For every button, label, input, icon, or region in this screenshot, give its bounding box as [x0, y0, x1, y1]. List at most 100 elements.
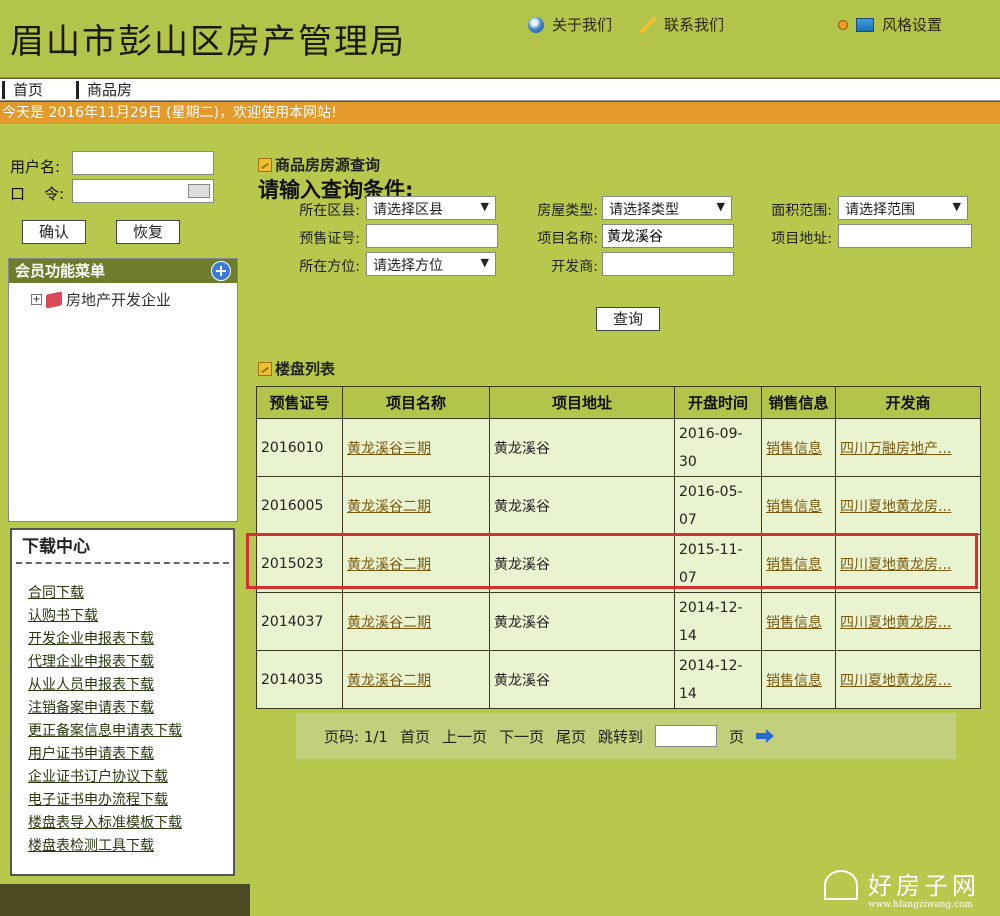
- nav-item-commercial-housing[interactable]: 商品房: [76, 81, 132, 99]
- developer-cell: 四川万融房地产...: [835, 418, 981, 477]
- project-addr-input[interactable]: [838, 224, 972, 248]
- download-link-cert-agreement[interactable]: 企业证书订户协议下载: [28, 766, 182, 789]
- member-menu-header: 会员功能菜单 +: [9, 259, 237, 283]
- cert-cell: 2016010: [256, 418, 343, 477]
- watermark-url: www.hfangziwang.com: [868, 900, 974, 910]
- header: 眉山市彭山区房产管理局 关于我们 联系我们 风格设置: [0, 0, 1000, 78]
- sale-info-link[interactable]: 销售信息: [766, 615, 822, 631]
- chevron-down-icon: ▼: [480, 256, 489, 269]
- table-row: 2014037 黄龙溪谷二期 黄龙溪谷 2014-12- 14 销售信息 四川夏地…: [256, 592, 981, 651]
- project-addr-label: 项目地址:: [771, 231, 832, 247]
- project-name-link[interactable]: 黄龙溪谷二期: [347, 499, 431, 515]
- district-label: 所在区县:: [299, 203, 360, 219]
- table-row: 2015023 黄龙溪谷二期 黄龙溪谷 2015-11- 07 销售信息 四川夏地…: [256, 534, 981, 593]
- house-type-label: 房屋类型:: [537, 203, 598, 219]
- developer-input[interactable]: [602, 252, 734, 276]
- sale-info-cell: 销售信息: [761, 592, 836, 651]
- jump-to-label: 跳转到: [598, 727, 644, 746]
- query-section-title: 商品房房源查询: [258, 154, 380, 175]
- tree-expand-icon[interactable]: +: [31, 294, 42, 305]
- sale-info-link[interactable]: 销售信息: [766, 557, 822, 573]
- watermark: 好房子网 www.hfangziwang.com: [824, 866, 996, 912]
- reset-button[interactable]: 恢复: [116, 220, 180, 244]
- developer-link[interactable]: 四川夏地黄龙房...: [840, 615, 951, 631]
- query-button[interactable]: 查询: [596, 307, 660, 331]
- presale-cert-input[interactable]: [366, 224, 498, 248]
- first-page-link[interactable]: 首页: [400, 726, 430, 747]
- area-range-select-value: 请选择范围: [845, 202, 915, 218]
- download-link-agent-form[interactable]: 代理企业申报表下载: [28, 651, 182, 674]
- member-menu-title: 会员功能菜单: [15, 262, 106, 280]
- arrow-right-icon[interactable]: [756, 729, 775, 743]
- welcome-bar: 今天是 2016年11月29日 (星期二)，欢迎使用本网站!: [0, 102, 1000, 124]
- download-link-correction-form[interactable]: 更正备案信息申请表下载: [28, 720, 182, 743]
- district-select-value: 请选择区县: [373, 202, 443, 218]
- download-link-developer-form[interactable]: 开发企业申报表下载: [28, 628, 182, 651]
- download-link-cert-process[interactable]: 电子证书申办流程下载: [28, 789, 182, 812]
- download-link-user-cert-form[interactable]: 用户证书申请表下载: [28, 743, 182, 766]
- tree-item-developer[interactable]: + 房地产开发企业: [31, 289, 171, 310]
- download-link-cancel-form[interactable]: 注销备案申请表下载: [28, 697, 182, 720]
- date-part: 30: [679, 453, 697, 470]
- site-title: 眉山市彭山区房产管理局: [10, 22, 406, 62]
- style-settings-link[interactable]: 风格设置: [838, 14, 942, 35]
- listing-table: 预售证号 项目名称 项目地址 开盘时间 销售信息 开发商 2016010 黄龙溪…: [256, 386, 981, 709]
- project-name-link[interactable]: 黄龙溪谷二期: [347, 557, 431, 573]
- nav-bar: 首页 商品房: [0, 79, 1000, 101]
- area-range-select[interactable]: 请选择范围 ▼: [838, 196, 968, 220]
- date-part: 14: [679, 685, 697, 702]
- project-name-link[interactable]: 黄龙溪谷三期: [347, 441, 431, 457]
- project-name-cell: 黄龙溪谷二期: [342, 650, 490, 709]
- date-part: 07: [679, 511, 697, 528]
- confirm-button[interactable]: 确认: [22, 220, 86, 244]
- download-link-check-tool[interactable]: 楼盘表检测工具下载: [28, 835, 182, 858]
- address-cell: 黄龙溪谷: [489, 418, 675, 477]
- chevron-down-icon: ▼: [952, 200, 961, 213]
- sale-info-link[interactable]: 销售信息: [766, 673, 822, 689]
- project-name-link[interactable]: 黄龙溪谷二期: [347, 615, 431, 631]
- bulb-icon: [838, 19, 848, 30]
- next-page-link[interactable]: 下一页: [499, 726, 544, 747]
- column-header: 开盘时间: [674, 386, 762, 419]
- last-page-link[interactable]: 尾页: [556, 726, 586, 747]
- direction-select[interactable]: 请选择方位 ▼: [366, 252, 496, 276]
- project-name-cell: 黄龙溪谷二期: [342, 476, 490, 535]
- contact-us-link[interactable]: 联系我们: [640, 14, 724, 35]
- developer-link[interactable]: 四川夏地黄龙房...: [840, 499, 951, 515]
- cert-cell: 2014035: [256, 650, 343, 709]
- sale-info-link[interactable]: 销售信息: [766, 499, 822, 515]
- date-part: 2016-05-: [679, 483, 743, 500]
- download-center-title: 下载中心: [16, 530, 229, 564]
- sale-info-link[interactable]: 销售信息: [766, 441, 822, 457]
- project-name-cell: 黄龙溪谷二期: [342, 592, 490, 651]
- house-type-select[interactable]: 请选择类型 ▼: [602, 196, 732, 220]
- download-link-import-template[interactable]: 楼盘表导入标准模板下载: [28, 812, 182, 835]
- about-us-link[interactable]: 关于我们: [528, 14, 612, 35]
- expand-plus-icon[interactable]: +: [211, 261, 231, 281]
- download-link-contract[interactable]: 合同下载: [28, 582, 182, 605]
- cert-cell: 2016005: [256, 476, 343, 535]
- page-unit-label: 页: [729, 727, 745, 746]
- address-cell: 黄龙溪谷: [489, 650, 675, 709]
- tree-item-label: 房地产开发企业: [66, 291, 172, 309]
- date-part: 2014-12-: [679, 657, 743, 674]
- chevron-down-icon: ▼: [716, 200, 725, 213]
- address-cell: 黄龙溪谷: [489, 476, 675, 535]
- developer-link[interactable]: 四川夏地黄龙房...: [840, 673, 951, 689]
- developer-link[interactable]: 四川夏地黄龙房...: [840, 557, 951, 573]
- house-logo-icon: [824, 870, 858, 900]
- prev-page-link[interactable]: 上一页: [442, 726, 487, 747]
- district-select[interactable]: 请选择区县 ▼: [366, 196, 496, 220]
- keyboard-icon[interactable]: [188, 184, 210, 198]
- developer-link[interactable]: 四川万融房地产...: [840, 441, 951, 457]
- username-input[interactable]: [72, 151, 214, 175]
- project-name-input[interactable]: [602, 224, 734, 248]
- book-icon: [46, 290, 62, 309]
- page-jump-input[interactable]: [655, 725, 718, 747]
- project-name-cell: 黄龙溪谷二期: [342, 534, 490, 593]
- download-link-staff-form[interactable]: 从业人员申报表下载: [28, 674, 182, 697]
- project-name-link[interactable]: 黄龙溪谷二期: [347, 673, 431, 689]
- nav-item-home[interactable]: 首页: [2, 81, 43, 99]
- watermark-text: 好房子网: [868, 872, 980, 900]
- download-link-subscription[interactable]: 认购书下载: [28, 605, 182, 628]
